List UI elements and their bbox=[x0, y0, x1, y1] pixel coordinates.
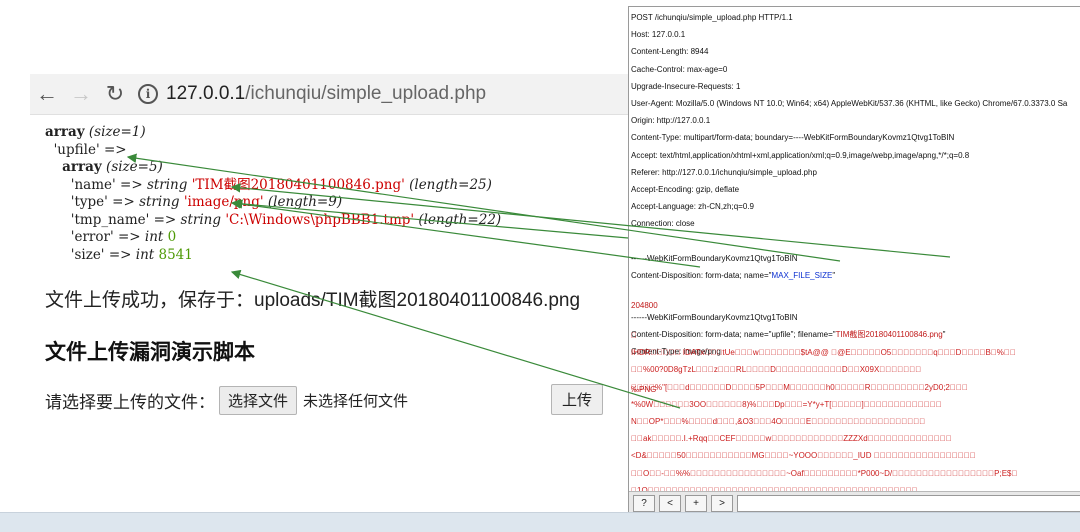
binary-line: N  OP*   %    d   ,&O3   4O    E        … bbox=[631, 417, 926, 427]
binary-line:   ak     .I.+Rqq  CEF     w            Z… bbox=[631, 434, 952, 444]
file-label: 请选择要上传的文件： bbox=[45, 393, 215, 412]
header-referer: Referer: http://127.0.0.1/ichunqiu/simpl… bbox=[631, 167, 817, 177]
var-dump-output: array (size=1) 'upfile' => array (size=5… bbox=[45, 124, 501, 264]
header-accept-encoding: Accept-Encoding: gzip, deflate bbox=[631, 185, 740, 195]
header-content-length: Content-Length: 8944 bbox=[631, 47, 709, 57]
header-host: Host: 127.0.0.1 bbox=[631, 30, 686, 40]
header-user-agent: User-Agent: Mozilla/5.0 (Windows NT 10.0… bbox=[631, 99, 1068, 109]
next-button[interactable]: > bbox=[711, 494, 733, 512]
dump-row-error: 'error' => int 0 bbox=[70, 229, 177, 245]
dump-row-size: 'size' => int 8541 bbox=[70, 246, 193, 263]
dump-row-type: 'type' => string 'image/png' (length=9) bbox=[70, 194, 343, 210]
browser-window: ← → ↻ i 127.0.0.1/ichunqiu/simple_upload… bbox=[0, 0, 628, 531]
bottom-bar bbox=[0, 512, 1080, 532]
url-host: 127.0.0.1 bbox=[166, 83, 246, 104]
header-upgrade: Upgrade-Insecure-Requests: 1 bbox=[631, 81, 741, 91]
binary-file-content:   IHDR      IDATx   tUe   w       $tA@@ … bbox=[631, 327, 1080, 499]
header-connection: Connection: close bbox=[631, 219, 695, 229]
dump-arrow: => bbox=[103, 141, 127, 158]
help-button[interactable]: ? bbox=[633, 494, 655, 512]
upload-form: 请选择要上传的文件： 选择文件 未选择任何文件 bbox=[45, 386, 408, 415]
choose-file-button[interactable]: 选择文件 bbox=[219, 386, 298, 415]
request-search-bar: ? < + > bbox=[629, 491, 1080, 513]
header-accept-language: Accept-Language: zh-CN,zh;q=0.9 bbox=[631, 202, 754, 212]
prev-button[interactable]: < bbox=[659, 494, 681, 512]
dump-array-keyword: array bbox=[45, 124, 85, 140]
header-accept: Accept: text/html,application/xhtml+xml,… bbox=[631, 150, 970, 160]
boundary-line: ------WebKitFormBoundaryKovmz1Qtvg1ToBIN bbox=[631, 253, 798, 263]
back-icon[interactable]: ← bbox=[30, 81, 64, 107]
header-content-type: Content-Type: multipart/form-data; bound… bbox=[631, 133, 955, 143]
dump-upfile-key: 'upfile' bbox=[53, 141, 100, 158]
binary-line: IHDR      IDATx   tUe   w       $tA@@  @… bbox=[631, 348, 1016, 358]
binary-line: *%0W      3OO      8)%   Dp   =Y*y+T[   … bbox=[631, 399, 942, 409]
address-bar[interactable]: i 127.0.0.1/ichunqiu/simple_upload.php bbox=[138, 79, 628, 109]
binary-line:   %00?0D8gTzL   z   RL    D           D … bbox=[631, 365, 922, 375]
dump-row-tmp-name: 'tmp_name' => string 'C:\Windows\phpBBB1… bbox=[70, 211, 502, 228]
binary-line: <D&     50           MG    ~YOOO      _I… bbox=[631, 451, 976, 461]
binary-line:   O  -  %%                ~Oaf         *… bbox=[631, 468, 1018, 478]
dump-inner-array-size: (size=5) bbox=[106, 159, 163, 175]
page-heading: 文件上传漏洞演示脚本 bbox=[45, 341, 255, 364]
url-path: /ichunqiu/simple_upload.php bbox=[245, 83, 487, 104]
upload-success-message: 文件上传成功，保存于：uploads/TIM截图20180401100846.p… bbox=[45, 290, 581, 311]
search-input[interactable] bbox=[737, 494, 1080, 512]
binary-line:   bbox=[631, 331, 637, 340]
browser-toolbar: ← → ↻ i 127.0.0.1/ichunqiu/simple_upload… bbox=[30, 74, 628, 115]
info-icon[interactable]: i bbox=[138, 84, 158, 104]
header-cache-control: Cache-Control: max-age=0 bbox=[631, 64, 728, 74]
add-button[interactable]: + bbox=[685, 494, 707, 512]
dump-array-size: (size=1) bbox=[88, 124, 146, 140]
no-file-text: 未选择任何文件 bbox=[303, 393, 409, 410]
upload-button[interactable]: 上传 bbox=[551, 384, 604, 415]
disposition-max-file-size: Content-Disposition: form-data; name="MA… bbox=[631, 271, 836, 281]
binary-line:     %"[   d      D    5P   M      h0    … bbox=[631, 382, 968, 392]
request-line: POST /ichunqiu/simple_upload.php HTTP/1.… bbox=[631, 13, 793, 22]
forward-icon[interactable]: → bbox=[64, 81, 98, 107]
dump-row-name: 'name' => string 'TIM截图20180401100846.pn… bbox=[70, 176, 492, 193]
reload-icon[interactable]: ↻ bbox=[98, 81, 132, 107]
boundary-line-2: ------WebKitFormBoundaryKovmz1Qtvg1ToBIN bbox=[631, 312, 798, 322]
dump-inner-array-keyword: array bbox=[62, 159, 102, 175]
header-origin: Origin: http://127.0.0.1 bbox=[631, 116, 711, 126]
http-request-pane: POST /ichunqiu/simple_upload.php HTTP/1.… bbox=[628, 6, 1080, 513]
